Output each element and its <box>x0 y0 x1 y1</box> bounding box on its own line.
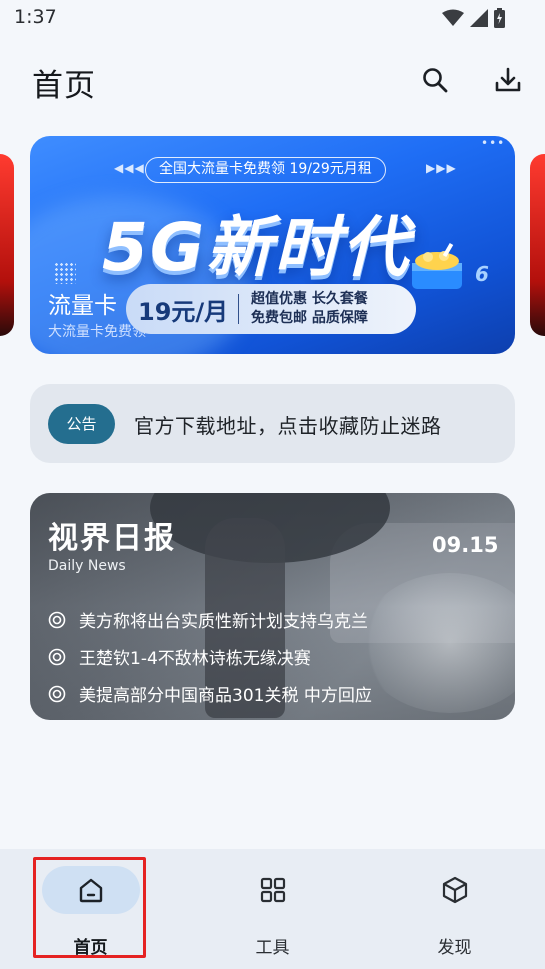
news-subtitle: Daily News <box>48 558 126 574</box>
news-item-text: 王楚钦1-4不敌林诗栋无缘决赛 <box>79 649 311 669</box>
carousel-prev-card[interactable] <box>0 154 14 336</box>
download-icon <box>495 67 521 92</box>
news-item[interactable]: 美提高部分中国商品301关税 中方回应 <box>48 675 372 712</box>
signal-icon <box>470 9 488 27</box>
dot-grid-decoration <box>54 262 76 284</box>
home-icon <box>79 878 103 903</box>
news-item-text: 美提高部分中国商品301关税 中方回应 <box>79 686 372 706</box>
cube-icon <box>442 876 468 904</box>
banner-pill-text: 全国大流量卡免费领 19/29元月租 <box>145 157 386 183</box>
notice-card[interactable]: 公告 官方下载地址，点击收藏防止迷路 <box>30 384 515 463</box>
news-item[interactable]: 美方称将出台实质性新计划支持乌克兰 <box>48 601 372 638</box>
news-date: 09.15 <box>432 533 499 557</box>
price-text: 19元/月 <box>138 297 229 326</box>
feature-line-2: 免费包邮 品质保障 <box>251 310 368 326</box>
price-box: 19元/月 超值优惠 长久套餐 免费包邮 品质保障 <box>126 284 416 334</box>
notice-text: 官方下载地址，点击收藏防止迷路 <box>134 414 442 438</box>
left-arrows-icon: ◀◀◀ <box>114 161 145 175</box>
promo-banner[interactable]: ••• ◀◀◀ 全国大流量卡免费领 19/29元月租 ▶▶▶ 5G新时代 6 流… <box>30 136 515 354</box>
status-time: 1:37 <box>14 6 57 28</box>
right-arrows-icon: ▶▶▶ <box>426 161 457 175</box>
download-button[interactable] <box>490 62 526 98</box>
news-item[interactable]: 王楚钦1-4不敌林诗栋无缘决赛 <box>48 638 372 675</box>
nav-item-home[interactable]: 首页 <box>0 849 181 969</box>
news-list: 美方称将出台实质性新计划支持乌克兰 王楚钦1-4不敌林诗栋无缘决赛 美提高部分中… <box>48 601 372 712</box>
treasure-chest-icon <box>412 242 462 289</box>
badge-6: 6 <box>475 262 489 286</box>
page-title: 首页 <box>32 68 96 104</box>
nav-item-discover[interactable]: 发现 <box>364 849 545 969</box>
feature-line-1: 超值优惠 长久套餐 <box>251 291 368 307</box>
notice-badge: 公告 <box>48 404 115 444</box>
nav-label-home: 首页 <box>73 938 108 958</box>
bottom-nav: 首页 工具 发现 <box>0 849 545 969</box>
search-button[interactable] <box>417 62 453 98</box>
news-title: 视界日报 <box>48 521 176 556</box>
status-bar: 1:37 <box>0 0 545 36</box>
radio-bullet-icon <box>48 648 66 665</box>
radio-bullet-icon <box>48 611 66 628</box>
banner-headline: 5G新时代 <box>102 209 411 286</box>
price-features: 超值优惠 长久套餐 免费包邮 品质保障 <box>251 290 368 328</box>
radio-bullet-icon <box>48 685 66 702</box>
carousel-next-card[interactable] <box>530 154 545 336</box>
nav-label-discover: 发现 <box>437 938 472 958</box>
search-icon <box>423 68 448 93</box>
wifi-icon <box>442 9 464 26</box>
daily-news-card[interactable]: 视界日报 Daily News 09.15 美方称将出台实质性新计划支持乌克兰 … <box>30 493 515 720</box>
banner-product-name: 流量卡 <box>48 293 117 319</box>
banner-dots-decoration: ••• <box>481 136 506 150</box>
status-icons <box>442 8 505 28</box>
price-divider <box>238 294 239 324</box>
grid-icon <box>260 877 286 903</box>
news-item-text: 美方称将出台实质性新计划支持乌克兰 <box>79 612 368 632</box>
app-header: 首页 <box>0 50 545 110</box>
battery-icon <box>494 8 505 28</box>
nav-label-tools: 工具 <box>255 938 290 958</box>
nav-item-tools[interactable]: 工具 <box>182 849 363 969</box>
